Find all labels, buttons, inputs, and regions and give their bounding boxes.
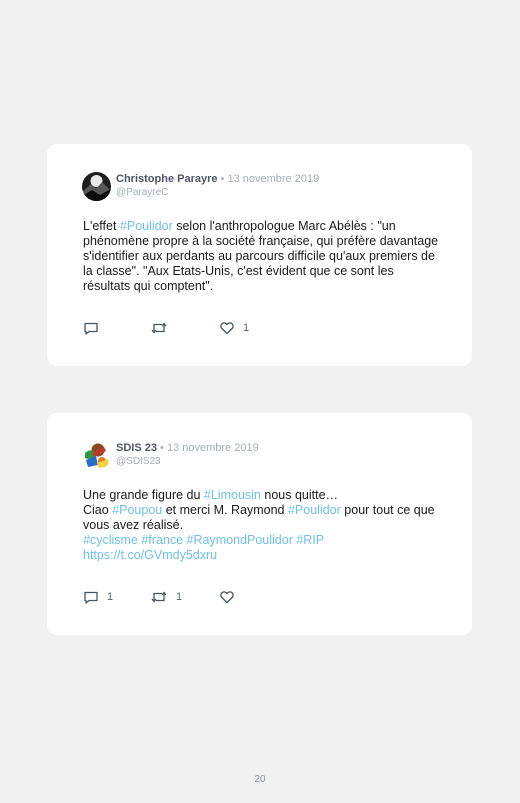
- tweet-date[interactable]: 13 novembre 2019: [227, 173, 319, 185]
- like-button[interactable]: 1: [219, 320, 249, 336]
- tweet-text-segment: nous quitte…: [260, 488, 339, 502]
- tweet-date[interactable]: 13 novembre 2019: [167, 442, 259, 454]
- author-handle[interactable]: @SDIS23: [116, 455, 259, 468]
- hashtag-link[interactable]: #cyclisme: [83, 533, 138, 547]
- hashtag-link[interactable]: #RaymondPoulidor: [187, 533, 293, 547]
- tweet-text-line: #cyclisme #france #RaymondPoulidor #RIP: [83, 533, 443, 548]
- tweet-card: SDIS 23 • 13 novembre 2019 @SDIS23 Une g…: [47, 413, 472, 635]
- hashtag-link[interactable]: #france: [141, 533, 183, 547]
- heart-icon: [220, 322, 234, 335]
- avatar[interactable]: [82, 172, 111, 201]
- reply-icon: [84, 322, 98, 335]
- tweet-actions: 1: [83, 320, 383, 336]
- page-number: 20: [254, 774, 266, 785]
- reply-button[interactable]: 1: [83, 589, 113, 605]
- retweet-count: 1: [176, 591, 183, 603]
- author-name[interactable]: Christophe Parayre: [116, 173, 217, 185]
- heart-icon: [220, 591, 234, 604]
- tweet-text-segment: Une grande figure du: [83, 488, 204, 502]
- hashtag-link[interactable]: #Limousin: [204, 488, 261, 502]
- reply-button[interactable]: [83, 320, 107, 336]
- tweet-text-line: Une grande figure du #Limousin nous quit…: [83, 488, 443, 503]
- like-count: 1: [243, 322, 250, 334]
- separator-dot: •: [160, 442, 164, 454]
- tweet-text: Une grande figure du #Limousin nous quit…: [83, 488, 443, 563]
- avatar[interactable]: [82, 441, 111, 470]
- author-handle[interactable]: @ParayreC: [116, 186, 319, 199]
- hashtag-link[interactable]: #Poupou: [112, 503, 162, 517]
- like-button[interactable]: [219, 589, 243, 605]
- fire-brigade-logo-avatar-icon: [82, 441, 111, 470]
- retweet-button[interactable]: [150, 320, 176, 336]
- separator-dot: •: [220, 173, 225, 185]
- hashtag-link[interactable]: #RIP: [296, 533, 324, 547]
- tweet-text-segment: et merci M. Raymond: [162, 503, 288, 517]
- reply-count: 1: [107, 591, 114, 603]
- reply-icon: [84, 591, 98, 604]
- tweet-text-segment: L'effet: [83, 219, 120, 233]
- dark-landscape-avatar-icon: [82, 172, 111, 201]
- retweet-button[interactable]: 1: [150, 589, 182, 605]
- tweet-text-line: https://t.co/GVmdy5dxru: [83, 548, 443, 563]
- tweet-card: Christophe Parayre • 13 novembre 2019 @P…: [47, 144, 472, 366]
- hashtag-link[interactable]: #Poulidor: [120, 219, 173, 233]
- tweet-url-link[interactable]: https://t.co/GVmdy5dxru: [83, 548, 217, 562]
- author-name[interactable]: SDIS 23: [116, 442, 157, 454]
- tweet-text: L'effet #Poulidor selon l'anthropologue …: [83, 219, 443, 294]
- retweet-icon: [151, 322, 167, 334]
- tweet-text-line: Ciao #Poupou et merci M. Raymond #Poulid…: [83, 503, 443, 533]
- hashtag-link[interactable]: #Poulidor: [288, 503, 341, 517]
- tweet-text-segment: Ciao: [83, 503, 113, 517]
- retweet-icon: [151, 591, 167, 603]
- tweet-actions: 1 1: [83, 589, 383, 605]
